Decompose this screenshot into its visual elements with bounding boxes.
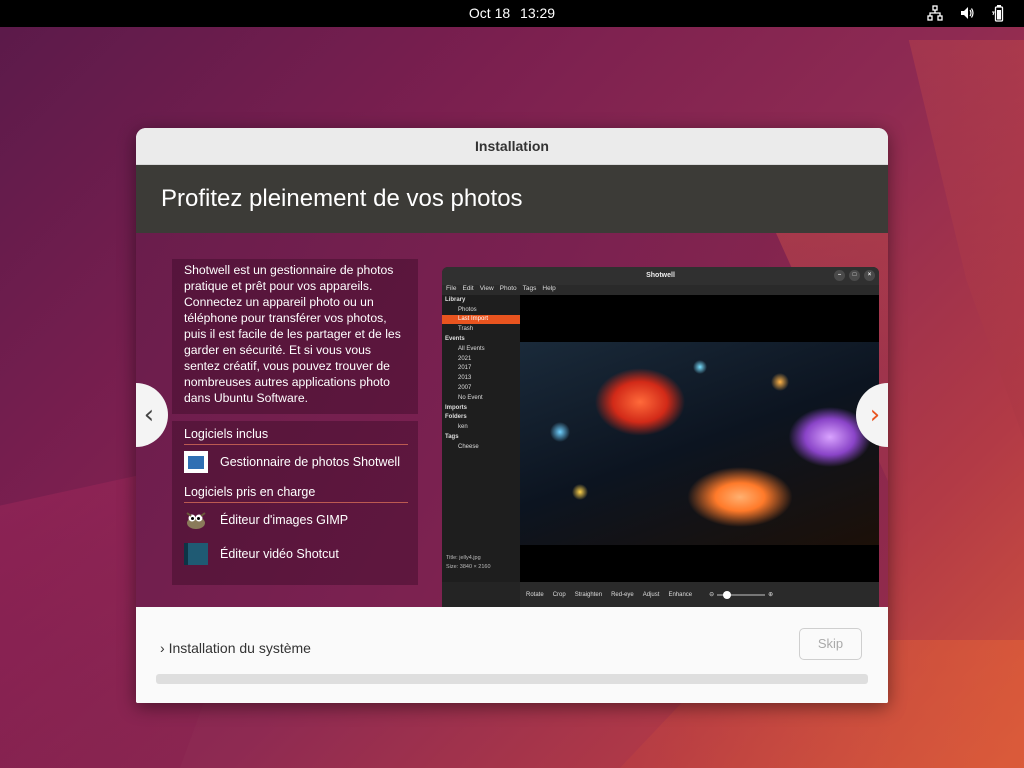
menu-item: Photo (499, 285, 517, 292)
battery-icon[interactable] (990, 4, 1008, 22)
zoom-in-icon: ⊕ (768, 592, 774, 598)
shotwell-sidebar: Library Photos Last Import Trash Events … (442, 295, 520, 582)
shotwell-title: Shotwell (646, 272, 675, 279)
meta-value: jelly4.jpg (459, 555, 481, 561)
shotwell-icon (184, 451, 208, 473)
install-details-label: Installation du système (168, 640, 311, 656)
sidebar-item: 2013 (458, 375, 472, 382)
menu-item: Help (542, 285, 556, 292)
sidebar-item: Events (445, 336, 465, 343)
desktop: { "topbar": { "date": "Oct 18", "time": … (0, 0, 1024, 768)
shotwell-toolbar: Rotate Crop Straighten Red-eye Adjust En… (520, 582, 879, 607)
clock[interactable]: Oct 18 13:29 (0, 5, 1024, 21)
supported-app-item: Éditeur d'images GIMP (184, 503, 408, 537)
meta-key: Title: (446, 555, 458, 561)
previous-slide-button[interactable]: ‹ (136, 383, 168, 447)
chevron-right-icon: › (160, 640, 165, 656)
sidebar-item: 2007 (458, 385, 472, 392)
menu-item: File (446, 285, 457, 292)
installer-footer: › Installation du système Skip (136, 607, 888, 703)
install-details-expander[interactable]: › Installation du système (160, 640, 311, 656)
zoom-knob (723, 590, 732, 599)
clock-date: Oct 18 (468, 5, 511, 21)
adjust-tool: Adjust (642, 591, 660, 598)
volume-icon[interactable] (958, 4, 976, 22)
slide-title: Profitez pleinement de vos photos (136, 165, 888, 233)
sidebar-item: Trash (458, 326, 474, 333)
system-tray[interactable] (926, 4, 1008, 22)
chevron-left-icon: ‹ (143, 400, 155, 430)
supported-app-label: Éditeur vidéo Shotcut (220, 547, 339, 561)
meta-value: 3840 × 2160 (459, 564, 491, 570)
install-progress-bar (156, 674, 868, 684)
close-icon: × (864, 270, 875, 281)
sidebar-item: 2017 (458, 365, 472, 372)
supported-app-label: Éditeur d'images GIMP (220, 513, 349, 527)
software-panel: Logiciels inclus Gestionnaire de photos … (172, 421, 418, 585)
rotate-tool: Rotate (526, 591, 544, 598)
gimp-icon (184, 509, 208, 531)
wallpaper-shape (908, 40, 1024, 440)
supported-app-item: Éditeur vidéo Shotcut (184, 537, 408, 571)
menu-item: Edit (462, 285, 474, 292)
shotwell-window-controls: – □ × (834, 270, 875, 281)
red-eye-tool: Red-eye (611, 591, 634, 598)
included-app-item: Gestionnaire de photos Shotwell (184, 445, 408, 479)
network-icon[interactable] (926, 4, 944, 22)
sidebar-item: Folders (445, 414, 467, 421)
menu-item: Tags (522, 285, 537, 292)
sidebar-item: Cheese (458, 443, 479, 450)
enhance-tool: Enhance (668, 591, 693, 598)
sidebar-item: Tags (445, 434, 459, 441)
clock-time: 13:29 (520, 5, 556, 21)
sidebar-item: 2021 (458, 355, 472, 362)
sidebar-item: Last Import (442, 314, 520, 325)
straighten-tool: Straighten (574, 591, 603, 598)
chevron-right-icon: › (869, 400, 881, 430)
shotcut-icon (184, 543, 208, 565)
skip-button[interactable]: Skip (799, 628, 862, 660)
slide-description: Shotwell est un gestionnaire de photos p… (172, 259, 418, 414)
included-heading: Logiciels inclus (184, 421, 408, 445)
jellyfish-photo (520, 342, 879, 545)
slideshow: Shotwell est un gestionnaire de photos p… (136, 233, 888, 607)
sidebar-item: All Events (458, 345, 485, 352)
photo-metadata: Title: jelly4.jpg Size: 3840 × 2160 (446, 554, 491, 572)
meta-key: Size: (446, 564, 459, 570)
maximize-icon: □ (849, 270, 860, 281)
shotwell-titlebar: Shotwell – □ × (442, 267, 879, 285)
sidebar-item: ken (458, 424, 468, 431)
sidebar-item: No Event (458, 394, 483, 401)
top-bar: Oct 18 13:29 (0, 0, 1024, 27)
zoom-slider: ⊖ ⊕ (709, 590, 774, 599)
supported-heading: Logiciels pris en charge (184, 479, 408, 503)
sidebar-item: Photos (458, 306, 477, 313)
sidebar-item: Library (445, 296, 466, 303)
crop-tool: Crop (552, 591, 566, 598)
installer-window: Installation Profitez pleinement de vos … (136, 128, 888, 703)
window-title[interactable]: Installation (136, 128, 888, 165)
included-app-label: Gestionnaire de photos Shotwell (220, 455, 400, 469)
zoom-track (717, 590, 766, 599)
photo-viewer (520, 295, 879, 582)
menu-item: View (479, 285, 494, 292)
sidebar-item: Imports (445, 404, 468, 411)
shotwell-menubar: File Edit View Photo Tags Help (442, 285, 879, 295)
zoom-out-icon: ⊖ (709, 592, 715, 598)
shotwell-screenshot: Shotwell – □ × File Edit View Photo Tags… (442, 267, 879, 607)
minimize-icon: – (834, 270, 845, 281)
